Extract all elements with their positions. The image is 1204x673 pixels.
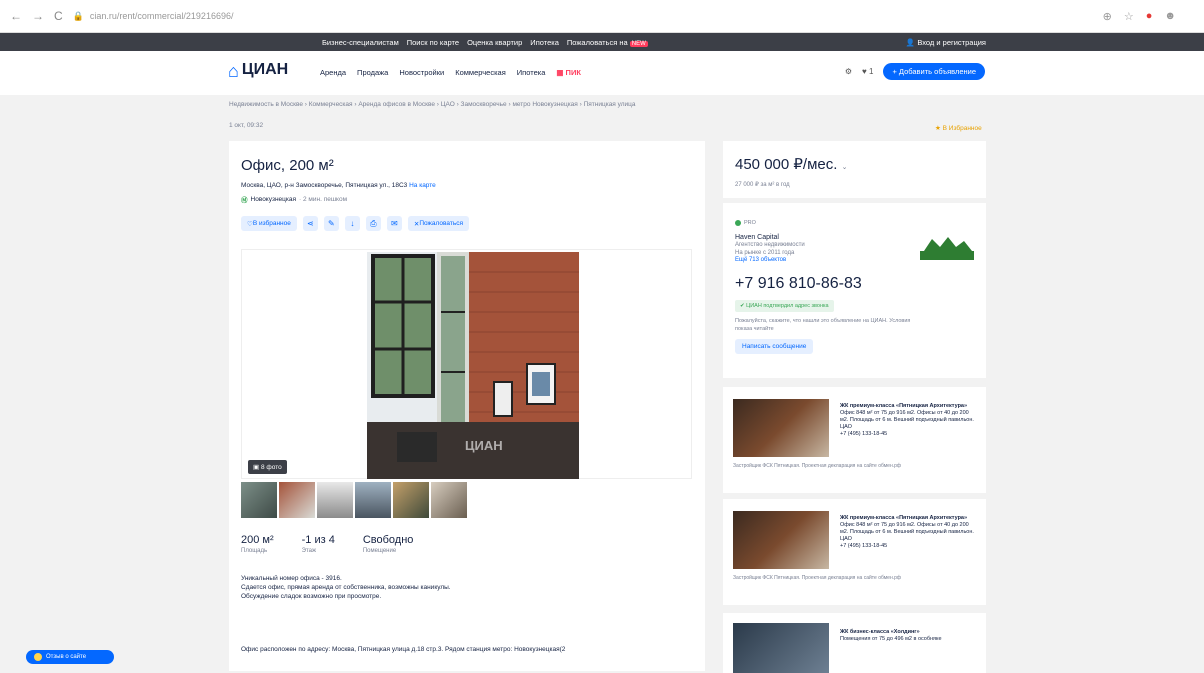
cian-logo[interactable]: ⌂ ЦИАН: [228, 61, 288, 81]
promo-footnote: Застройщик ФСК Пятницкая. Проектная декл…: [733, 463, 901, 469]
promo-card[interactable]: ЖК премиум-класса «Пятницкая Архитектура…: [723, 499, 986, 605]
browser-toolbar: ← → C 🔒 cian.ru/rent/commercial/21921669…: [0, 0, 1204, 33]
logo-mark-icon: ⌂: [228, 61, 239, 81]
promo-footnote: Застройщик ФСК Пятницкая. Проектная декл…: [733, 575, 901, 581]
map-link[interactable]: На карте: [409, 182, 436, 189]
star-icon[interactable]: ☆: [1124, 10, 1134, 23]
listing-card: Офис, 200 м² Москва, ЦАО, р-н Замоскворе…: [229, 141, 705, 671]
promo-text: ЖК премиум-класса «Пятницкая Архитектура…: [840, 403, 974, 437]
topbar-link[interactable]: Пожаловаться на NEW: [567, 38, 648, 47]
complain-button[interactable]: ✕ Пожаловаться: [407, 216, 469, 231]
new-badge: NEW: [629, 40, 648, 47]
nav-commercial[interactable]: Коммерческая: [455, 68, 506, 77]
zoom-icon[interactable]: ⊕: [1103, 10, 1112, 23]
price-per-meter: 27 000 ₽ за м² в год: [735, 182, 790, 188]
listing-description: Уникальный номер офиса - 3916. Сдается о…: [241, 575, 451, 600]
watermark: ЦИАН: [465, 438, 503, 453]
send-message-button[interactable]: Написать сообщение: [735, 339, 814, 354]
thumbnail[interactable]: [431, 482, 467, 518]
metro-station[interactable]: Новокузнецкая: [251, 196, 297, 203]
metro-time: · 2 мин. пешком: [299, 195, 348, 203]
photo-gallery[interactable]: ЦИАН ▣ 8 фото: [241, 249, 692, 479]
spec-area: 200 м² Площадь: [241, 534, 274, 554]
thumbnail[interactable]: [393, 482, 429, 518]
reload-icon[interactable]: C: [54, 9, 63, 23]
favorites-link[interactable]: ♥ 1: [862, 67, 873, 76]
chevron-down-icon[interactable]: ⌄: [842, 164, 848, 171]
listing-address: Москва, ЦАО, р-н Замоскворечье, Пятницка…: [241, 182, 436, 189]
edit-icon[interactable]: ✎: [323, 216, 339, 231]
pro-badge: PRO: [735, 220, 756, 226]
verified-badge: ✔ ЦИАН подтвердил адрес звонка: [735, 300, 834, 312]
favorite-button[interactable]: ♡ В избранное: [241, 216, 297, 231]
thumbnail[interactable]: [241, 482, 277, 518]
listing-specs: 200 м² Площадь -1 из 4 Этаж Свободно Пом…: [241, 534, 413, 554]
nav-sale[interactable]: Продажа: [357, 68, 388, 77]
forward-icon[interactable]: →: [32, 9, 44, 23]
listing-actions: ♡ В избранное ⋖ ✎ ↓ ⎙ ✉ ✕ Пожаловаться: [241, 216, 693, 231]
nav-pik[interactable]: ▦ ПИК: [556, 68, 581, 77]
breadcrumb[interactable]: Недвижимость в Москве › Коммерческая › А…: [229, 101, 636, 108]
listing-date: 1 окт, 09:32: [229, 122, 264, 129]
extension-icon[interactable]: ●: [1146, 10, 1153, 23]
thumbnail[interactable]: [317, 482, 353, 518]
login-link[interactable]: 👤 Вход и регистрация: [906, 38, 986, 47]
spec-status: Свободно Помещение: [362, 534, 414, 554]
top-utility-bar: Бизнес-специалистам Поиск по карте Оценк…: [0, 33, 1204, 51]
spec-floor: -1 из 4 Этаж: [301, 534, 335, 554]
price-value: 450 000 ₽/мес. ⌄: [735, 156, 848, 173]
promo-text: ЖК бизнес-класса «Холдинг» Помещения от …: [840, 629, 942, 642]
profile-icon[interactable]: ☻: [1164, 10, 1176, 23]
thumbnail[interactable]: [355, 482, 391, 518]
promo-image[interactable]: [733, 511, 829, 569]
metro-info: Ⓜ Новокузнецкая · 2 мин. пешком: [241, 194, 693, 205]
agent-logo[interactable]: [918, 233, 976, 263]
agent-note: Пожалуйста, скажите, что нашли это объяв…: [735, 318, 911, 332]
address-bar[interactable]: 🔒 cian.ru/rent/commercial/219216696/: [73, 7, 1093, 25]
thumbnail[interactable]: [279, 482, 315, 518]
back-icon[interactable]: ←: [10, 9, 22, 23]
nav-newbuilds[interactable]: Новостройки: [399, 68, 444, 77]
promo-card[interactable]: ЖК премиум-класса «Пятницкая Архитектура…: [723, 387, 986, 493]
share-icon[interactable]: ⋖: [302, 216, 318, 231]
download-icon[interactable]: ↓: [344, 216, 360, 231]
add-listing-button[interactable]: + Добавить объявление: [883, 63, 985, 80]
promo-text: ЖК премиум-класса «Пятницкая Архитектура…: [840, 515, 974, 549]
listing-title: Офис, 200 м²: [241, 157, 334, 174]
lock-icon: 🔒: [72, 10, 84, 21]
favorite-link[interactable]: ★ В Избранное: [935, 124, 982, 132]
topbar-link[interactable]: Оценка квартир: [467, 38, 522, 47]
url-text: cian.ru/rent/commercial/219216696/: [89, 11, 234, 21]
main-photo[interactable]: ЦИАН: [367, 252, 579, 479]
comment-icon[interactable]: ✉: [386, 216, 402, 231]
topbar-link[interactable]: Ипотека: [530, 38, 559, 47]
agent-card: PRO Haven Capital Агентство недвижимости…: [723, 203, 986, 378]
promo-image[interactable]: [733, 623, 829, 673]
topbar-link[interactable]: Бизнес-специалистам: [322, 38, 399, 47]
nav-mortgage[interactable]: Ипотека: [517, 68, 546, 77]
listing-description-more: Офис расположен по адресу: Москва, Пятни…: [241, 646, 566, 653]
site-header: ⌂ ЦИАН Аренда Продажа Новостройки Коммер…: [0, 51, 1204, 95]
main-nav: Аренда Продажа Новостройки Коммерческая …: [320, 68, 581, 77]
thumbnail-strip: [241, 482, 467, 518]
photo-count-badge[interactable]: ▣ 8 фото: [248, 460, 287, 474]
price-card: 450 000 ₽/мес. ⌄ 27 000 ₽ за м² в год: [723, 141, 986, 198]
metro-icon: Ⓜ: [241, 197, 248, 204]
compare-icon[interactable]: ⚙: [845, 67, 852, 76]
promo-card[interactable]: ЖК бизнес-класса «Холдинг» Помещения от …: [723, 613, 986, 673]
smile-icon: [34, 653, 42, 661]
agent-phone[interactable]: +7 916 810-86-83: [735, 275, 974, 293]
topbar-link[interactable]: Поиск по карте: [407, 38, 459, 47]
promo-image[interactable]: [733, 399, 829, 457]
print-icon[interactable]: ⎙: [365, 216, 381, 231]
nav-rent[interactable]: Аренда: [320, 68, 346, 77]
